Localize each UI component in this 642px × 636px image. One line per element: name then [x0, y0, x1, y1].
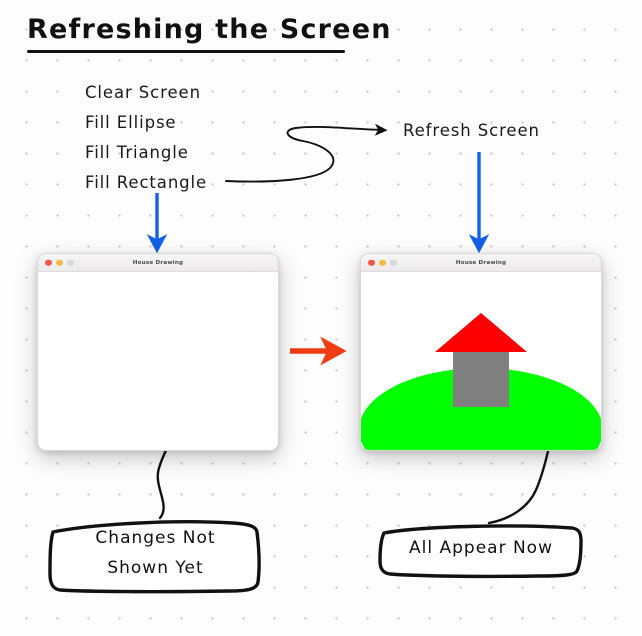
steps-list: Clear Screen Fill Ellipse Fill Triangle …	[85, 78, 285, 198]
window-canvas-empty	[38, 272, 278, 450]
refresh-screen-label: Refresh Screen	[403, 121, 540, 140]
callout-right-line1: All Appear Now	[409, 538, 553, 558]
window-title: House Drawing	[455, 259, 507, 266]
step-item-fill-triangle: Fill Triangle	[85, 143, 189, 162]
title-underline	[27, 50, 345, 53]
zoom-button-icon[interactable]	[67, 259, 74, 266]
minimize-button-icon[interactable]	[56, 259, 63, 266]
window-house-drawing-empty[interactable]: House Drawing	[37, 253, 279, 451]
zoom-button-icon[interactable]	[390, 259, 397, 266]
window-traffic-lights[interactable]	[45, 259, 74, 266]
close-button-icon[interactable]	[45, 259, 52, 266]
window-titlebar[interactable]: House Drawing	[38, 254, 278, 272]
window-canvas-house	[361, 272, 601, 450]
callout-all-appear-now: All Appear Now	[378, 519, 584, 579]
callout-left-line2: Shown Yet	[107, 558, 204, 578]
close-button-icon[interactable]	[368, 259, 375, 266]
step-item-fill-rectangle: Fill Rectangle	[85, 173, 208, 192]
window-house-drawing-rendered[interactable]: House Drawing	[360, 253, 602, 451]
whiteboard-canvas: Refreshing the Screen Clear Screen Fill …	[0, 0, 642, 636]
window-title: House Drawing	[132, 259, 184, 266]
callout-changes-not-shown: Changes Not Shown Yet	[48, 512, 263, 594]
callout-left-line1: Changes Not	[95, 528, 216, 548]
window-titlebar[interactable]: House Drawing	[361, 254, 601, 272]
page-title: Refreshing the Screen	[27, 14, 392, 45]
minimize-button-icon[interactable]	[379, 259, 386, 266]
step-item-fill-ellipse: Fill Ellipse	[85, 113, 177, 132]
house-drawing	[361, 313, 601, 450]
step-item-clear-screen: Clear Screen	[85, 83, 201, 102]
house-roof-triangle-shape	[435, 313, 527, 352]
window-traffic-lights[interactable]	[368, 259, 397, 266]
